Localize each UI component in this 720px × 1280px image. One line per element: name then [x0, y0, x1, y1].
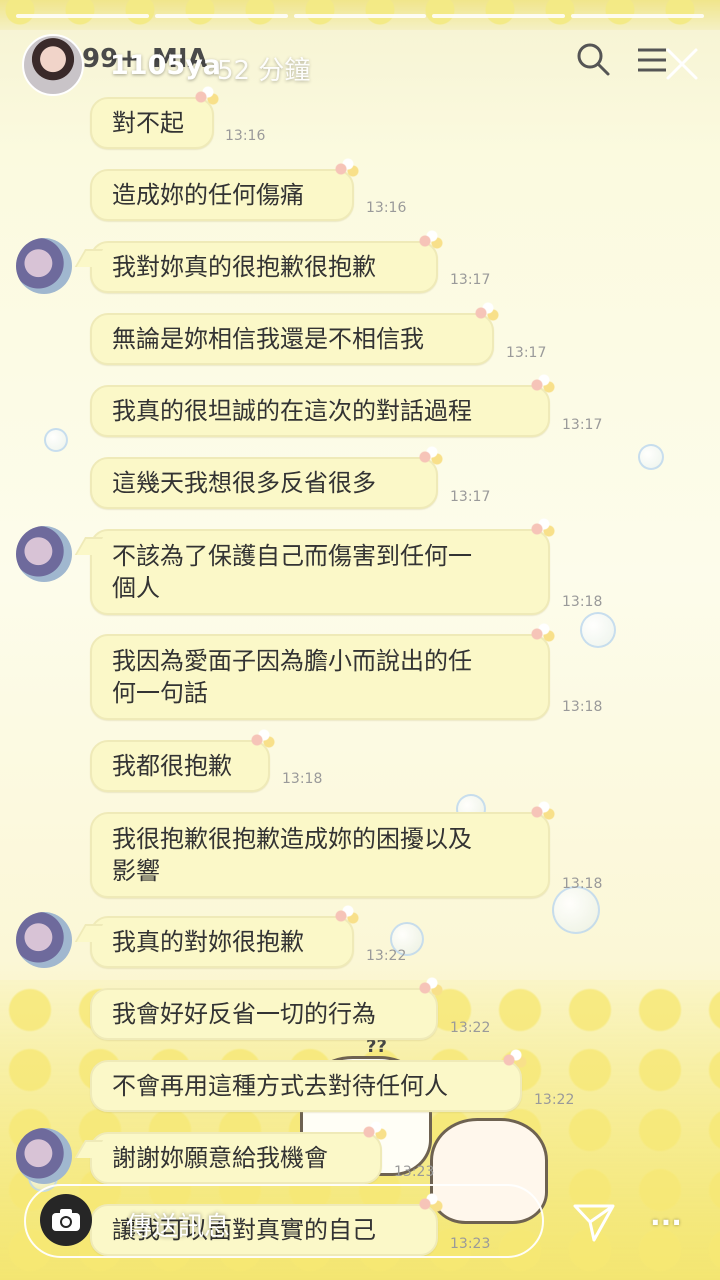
flower-sticker: [362, 1120, 388, 1142]
message-text: 不會再用這種方式去對待任何人: [112, 1072, 448, 1100]
message-time: 13:18: [562, 699, 603, 715]
message-bubble: 我很抱歉很抱歉造成妳的困擾以及 影響: [90, 800, 556, 898]
flower-sticker: [474, 301, 500, 323]
message-bubble: 不會再用這種方式去對待任何人: [90, 1048, 528, 1112]
flower-sticker: [530, 622, 556, 644]
message-input-placeholder: 傳送訊息: [126, 1212, 231, 1242]
message-time: 13:22: [534, 1092, 575, 1108]
flower-sticker: [418, 445, 444, 467]
flower-sticker: [530, 800, 556, 822]
story-header: 99+ MIA 1105ya 52 分鐘: [22, 34, 712, 98]
message-time: 13:23: [394, 1164, 435, 1180]
message-text: 我都很抱歉: [112, 752, 232, 780]
message-bubble: 我都很抱歉: [90, 728, 276, 792]
message-time: 13:17: [506, 345, 547, 361]
message-time: 13:16: [225, 128, 266, 144]
message-text: 我很抱歉很抱歉造成妳的困擾以及 影響: [112, 825, 472, 885]
sender-avatar: [16, 526, 72, 582]
message-bubble: 謝謝妳願意給我機會: [90, 1120, 388, 1184]
message-time: 13:18: [562, 876, 603, 892]
message-bubble: 我對妳真的很抱歉很抱歉: [90, 229, 444, 293]
message-time: 13:18: [562, 594, 603, 610]
message-bubble: 造成妳的任何傷痛: [90, 157, 360, 221]
message-bubble: 不該為了保護自己而傷害到任何一 個人: [90, 517, 556, 615]
sender-avatar: [16, 912, 72, 968]
flower-sticker: [334, 157, 360, 179]
message-text: 謝謝妳願意給我機會: [112, 1144, 328, 1172]
story-time-ago: 52 分鐘: [217, 56, 311, 86]
message-time: 13:17: [450, 489, 491, 505]
sender-avatar: [16, 1128, 72, 1184]
sender-avatar: [16, 238, 72, 294]
message-text: 我對妳真的很抱歉很抱歉: [112, 253, 376, 281]
close-icon[interactable]: [662, 44, 702, 84]
story-username[interactable]: 1105ya: [110, 50, 221, 81]
message-time: 13:22: [366, 948, 407, 964]
camera-button[interactable]: [40, 1194, 92, 1246]
message-text: 不該為了保護自己而傷害到任何一 個人: [112, 542, 472, 602]
message-bubble: 這幾天我想很多反省很多: [90, 445, 444, 509]
message-time: 13:22: [450, 1020, 491, 1036]
message-text: 對不起: [112, 109, 184, 137]
message-time: 13:17: [450, 272, 491, 288]
message-text: 我會好好反省一切的行為: [112, 1000, 376, 1028]
chat-screenshot: 對不起 13:16 造成妳的任何傷痛 13:16 我對妳真的很抱歉很抱歉 13:…: [0, 0, 720, 1280]
message-bubble: 我因為愛面子因為膽小而說出的任 何一句話: [90, 622, 556, 720]
message-text: 我真的對妳很抱歉: [112, 928, 304, 956]
message-bubble: 無論是妳相信我還是不相信我: [90, 301, 500, 365]
search-icon: [577, 43, 610, 76]
more-icon[interactable]: ···: [650, 1206, 686, 1239]
camera-icon: [52, 1209, 80, 1231]
message-input[interactable]: [24, 1184, 544, 1258]
message-text: 我因為愛面子因為膽小而說出的任 何一句話: [112, 647, 472, 707]
story-avatar[interactable]: [22, 34, 84, 96]
message-text: 造成妳的任何傷痛: [112, 181, 304, 209]
message-time: 13:17: [562, 417, 603, 433]
flower-sticker: [418, 976, 444, 998]
flower-sticker: [530, 373, 556, 395]
message-time: 13:18: [282, 771, 323, 787]
flower-sticker: [334, 904, 360, 926]
message-time: 13:16: [366, 200, 407, 216]
message-bubble: 我真的對妳很抱歉: [90, 904, 360, 968]
message-text: 這幾天我想很多反省很多: [112, 469, 376, 497]
message-text: 無論是妳相信我還是不相信我: [112, 325, 424, 353]
send-icon[interactable]: [572, 1200, 616, 1244]
message-bubble: 我真的很坦誠的在這次的對話過程: [90, 373, 556, 437]
flower-sticker: [418, 229, 444, 251]
message-bubble: 我會好好反省一切的行為: [90, 976, 444, 1040]
flower-sticker: [530, 517, 556, 539]
flower-sticker: [502, 1048, 528, 1070]
message-text: 我真的很坦誠的在這次的對話過程: [112, 397, 472, 425]
message-bubble: 對不起: [90, 85, 220, 149]
flower-sticker: [250, 728, 276, 750]
